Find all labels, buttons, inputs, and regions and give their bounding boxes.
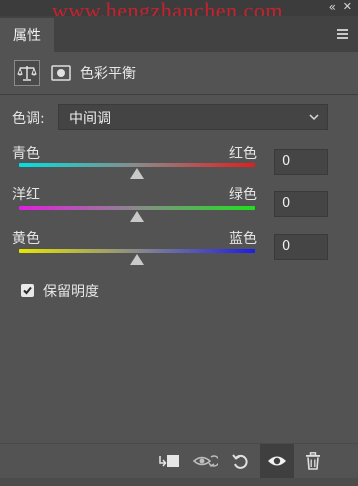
view-previous-state-icon[interactable] [188, 444, 222, 478]
slider-thumb-magenta-green[interactable] [130, 211, 144, 222]
magenta-green-value: 0 [282, 196, 291, 211]
magenta-green-value-input[interactable]: 0 [274, 191, 328, 217]
slider-track-yellow-blue[interactable] [19, 249, 255, 253]
close-panel-icon[interactable]: ✕ [343, 0, 352, 13]
preserve-luminosity-checkbox[interactable] [21, 284, 34, 297]
slider-red-label: 红色 [229, 146, 257, 162]
slider-cyan-label: 青色 [12, 146, 40, 162]
visibility-eye-icon[interactable] [260, 444, 294, 478]
chevron-down-icon [309, 110, 319, 126]
checkmark-icon [23, 286, 32, 295]
adjustment-title: 色彩平衡 [80, 66, 136, 82]
slider-track-magenta-green[interactable] [19, 206, 255, 210]
slider-yellow-label: 黄色 [12, 231, 40, 247]
clip-to-layer-icon[interactable] [152, 444, 186, 478]
tone-label: 色调: [12, 111, 45, 127]
layer-mask-icon[interactable] [48, 60, 74, 86]
tab-properties[interactable]: 属性 [0, 18, 54, 52]
panel-menu-icon[interactable] [337, 29, 348, 39]
tone-select[interactable]: 中间调 [58, 104, 328, 130]
panel-bottom-edge [0, 478, 358, 486]
reset-icon[interactable] [224, 444, 258, 478]
cyan-red-value-input[interactable]: 0 [274, 149, 328, 175]
panel-title-strip: www.hengzhanchen.com « ✕ [0, 0, 358, 23]
slider-thumb-cyan-red[interactable] [130, 168, 144, 179]
balance-scale-icon[interactable] [14, 60, 40, 86]
slider-green-label: 绿色 [229, 187, 257, 203]
yellow-blue-value: 0 [282, 239, 291, 254]
preserve-luminosity-label: 保留明度 [43, 284, 99, 300]
cyan-red-value: 0 [282, 154, 291, 169]
panel-tab-bar: 属性 [0, 16, 358, 52]
trash-icon[interactable] [296, 444, 330, 478]
tone-select-value: 中间调 [69, 111, 111, 127]
yellow-blue-value-input[interactable]: 0 [274, 234, 328, 260]
slider-blue-label: 蓝色 [229, 231, 257, 247]
divider [0, 94, 358, 95]
slider-magenta-label: 洋红 [12, 187, 40, 203]
slider-track-cyan-red[interactable] [19, 163, 255, 167]
slider-thumb-yellow-blue[interactable] [130, 254, 144, 265]
collapse-panel-icon[interactable]: « [329, 0, 336, 14]
bottom-toolbar [0, 443, 358, 478]
